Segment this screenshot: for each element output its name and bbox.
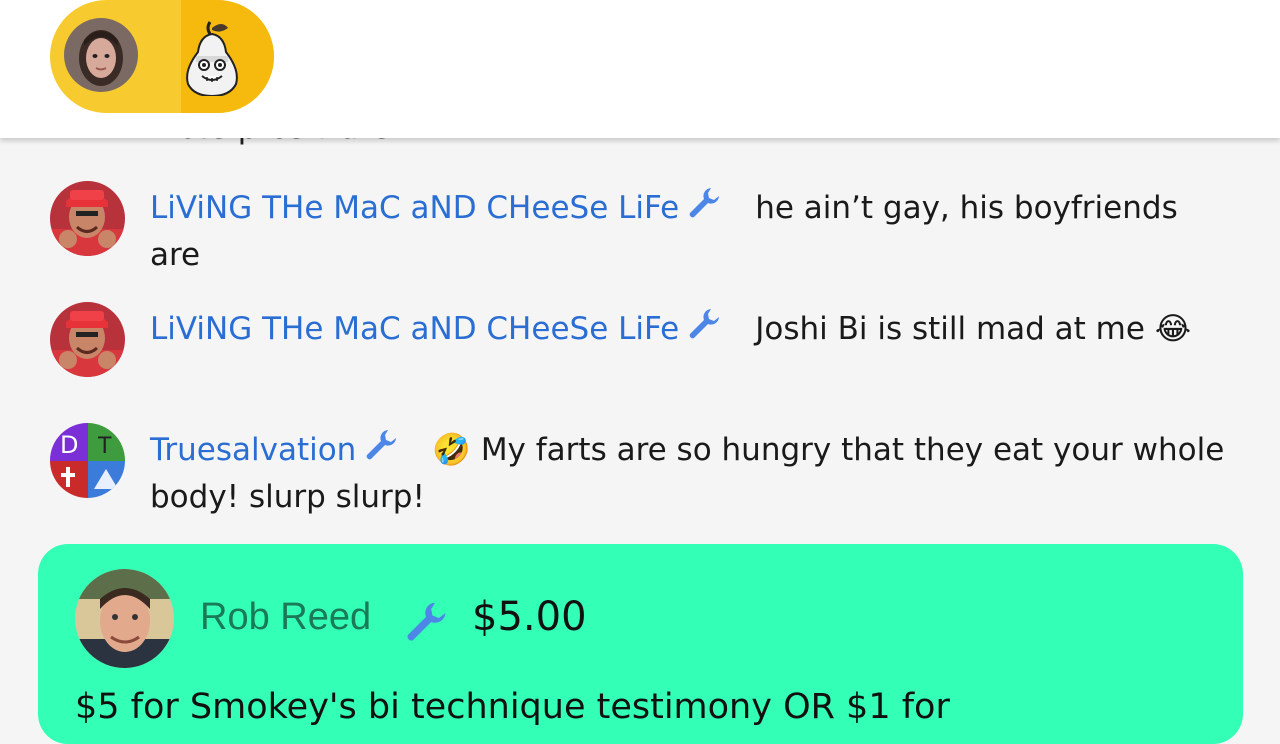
wrench-icon [364,428,398,475]
laughing-tears-emoji-icon: 😂 [1154,311,1192,347]
pear-mascot-icon [180,18,244,98]
donation-amount: $5.00 [472,594,587,640]
svg-text:D: D [60,431,78,459]
chat-username[interactable]: Truesalvation [150,432,356,468]
wrench-icon [404,600,448,648]
rolling-laughing-emoji-icon: 🤣 [432,432,471,468]
user-avatar[interactable]: D T [50,423,125,498]
donation-message: $5 for Smokey's bi technique testimony O… [75,687,950,727]
host-avatar[interactable] [64,18,138,92]
donation-card: Rob Reed $5.00 $5 for Smokey's bi techni… [38,544,1243,744]
user-avatar[interactable] [50,181,125,256]
chat-username[interactable]: LiViNG THe MaC aND CHeeSe LiFe [150,311,679,347]
top-bar [0,0,1280,138]
user-avatar[interactable] [50,302,125,377]
wrench-icon [687,307,721,354]
channel-pill[interactable] [50,0,274,113]
chat-username[interactable]: LiViNG THe MaC aND CHeeSe LiFe [150,190,679,226]
svg-text:T: T [97,434,112,459]
chat-message-text: Joshi Bi is still mad at me [755,311,1145,347]
donor-username[interactable]: Rob Reed [200,596,371,639]
donor-avatar[interactable] [75,569,174,668]
wrench-icon [687,186,721,233]
